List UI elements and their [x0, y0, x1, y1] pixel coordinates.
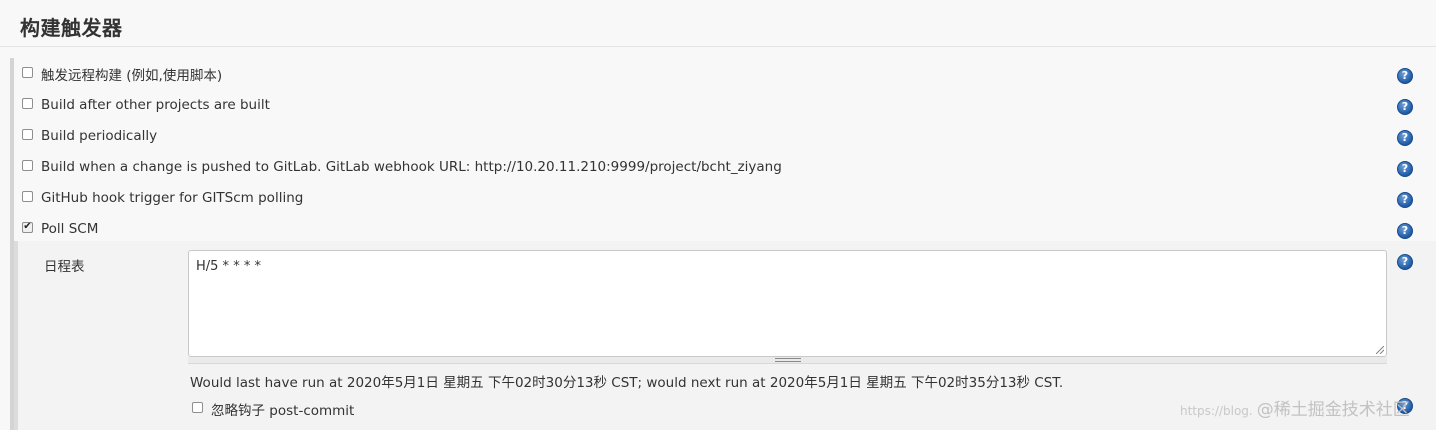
build-triggers-page: 构建触发器 触发远程构建 (例如,使用脚本) Build after other… — [0, 0, 1436, 430]
section-title: 构建触发器 — [20, 16, 123, 40]
trigger-poll-scm-label[interactable]: Poll SCM — [41, 221, 98, 237]
resize-handle-icon[interactable] — [1376, 346, 1384, 354]
trigger-gitlab-push-label[interactable]: Build when a change is pushed to GitLab.… — [41, 159, 782, 175]
trigger-remote-build-checkbox[interactable] — [22, 66, 33, 78]
trigger-after-other-projects-label[interactable]: Build after other projects are built — [41, 97, 270, 113]
ignore-post-commit-label[interactable]: 忽略钩子 post-commit — [211, 399, 354, 419]
trigger-after-other-projects-checkbox[interactable] — [22, 97, 33, 109]
trigger-build-periodically-checkbox[interactable] — [22, 128, 33, 140]
trigger-gitlab-push-checkbox[interactable] — [22, 159, 33, 171]
help-icon[interactable]: ? — [1397, 99, 1413, 115]
trigger-build-periodically-row[interactable]: Build periodically — [22, 125, 157, 147]
trigger-poll-scm-checkbox[interactable]: ✔ — [22, 221, 33, 233]
schedule-textarea[interactable]: H/5 * * * * — [188, 250, 1387, 357]
help-icon[interactable]: ? — [1397, 161, 1413, 177]
ignore-post-commit-checkbox[interactable] — [192, 401, 203, 413]
grip-icon[interactable] — [775, 358, 801, 362]
title-divider — [0, 46, 1436, 47]
help-icon[interactable]: ? — [1397, 192, 1413, 208]
schedule-value[interactable]: H/5 * * * * — [196, 259, 261, 274]
trigger-github-hook-row[interactable]: GitHub hook trigger for GITScm polling — [22, 187, 303, 209]
trigger-gitlab-push-row[interactable]: Build when a change is pushed to GitLab.… — [22, 156, 782, 178]
watermark-url: https://blog. — [1180, 404, 1253, 418]
trigger-remote-build-label[interactable]: 触发远程构建 (例如,使用脚本) — [41, 64, 222, 84]
help-icon[interactable]: ? — [1397, 223, 1413, 239]
help-icon[interactable]: ? — [1397, 254, 1413, 270]
trigger-github-hook-checkbox[interactable] — [22, 190, 33, 202]
trigger-github-hook-label[interactable]: GitHub hook trigger for GITScm polling — [41, 190, 303, 206]
ignore-post-commit-row[interactable]: 忽略钩子 post-commit — [192, 398, 354, 420]
trigger-build-periodically-label[interactable]: Build periodically — [41, 128, 157, 144]
trigger-poll-scm-row[interactable]: ✔ Poll SCM — [22, 218, 98, 240]
trigger-remote-build-row[interactable]: 触发远程构建 (例如,使用脚本) — [22, 63, 222, 85]
poll-scm-panel-border — [14, 241, 18, 430]
watermark: https://blog. @稀土掘金技术社区 — [1180, 395, 1410, 420]
schedule-label: 日程表 — [44, 259, 85, 275]
trigger-after-other-projects-row[interactable]: Build after other projects are built — [22, 94, 270, 116]
help-icon[interactable]: ? — [1397, 130, 1413, 146]
schedule-run-info: Would last have run at 2020年5月1日 星期五 下午0… — [190, 375, 1064, 391]
watermark-text: @稀土掘金技术社区 — [1256, 400, 1410, 420]
help-icon[interactable]: ? — [1397, 68, 1413, 84]
